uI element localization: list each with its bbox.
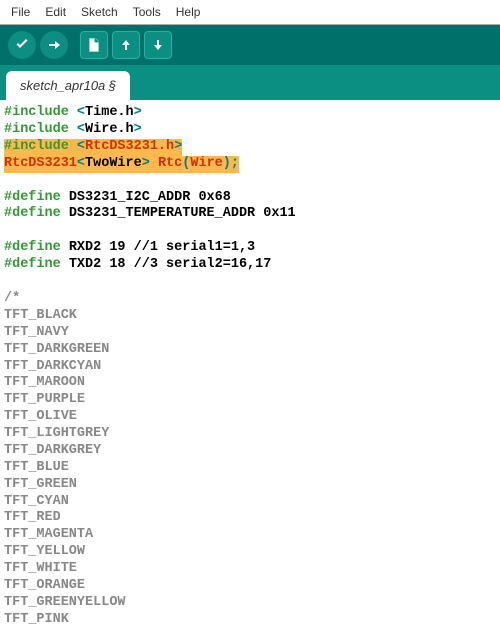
code-line: TFT_DARKGREY — [4, 443, 496, 460]
tab-strip: sketch_apr10a § — [0, 65, 500, 100]
code-line: TFT_DARKCYAN — [4, 359, 496, 376]
open-sketch-button[interactable] — [112, 31, 140, 59]
menu-edit[interactable]: Edit — [39, 3, 72, 21]
code-line: TFT_BLACK — [4, 308, 496, 325]
code-line: TFT_PINK — [4, 612, 496, 629]
upload-button[interactable] — [40, 31, 68, 59]
menu-sketch[interactable]: Sketch — [75, 3, 124, 21]
code-line: TFT_MAROON — [4, 375, 496, 392]
save-sketch-button[interactable] — [144, 31, 172, 59]
blank-line — [4, 274, 496, 291]
menu-file[interactable]: File — [5, 3, 36, 21]
code-line: TFT_MAGENTA — [4, 527, 496, 544]
code-editor[interactable]: #include <Time.h> #include <Wire.h> #inc… — [0, 100, 500, 634]
code-line: #define RXD2 19 //1 serial1=1,3 — [4, 240, 496, 257]
arrow-right-icon — [46, 37, 62, 53]
code-line: TFT_GREENYELLOW — [4, 595, 496, 612]
tab-sketch[interactable]: sketch_apr10a § — [6, 71, 130, 100]
code-line: #define TXD2 18 //3 serial2=16,17 — [4, 257, 496, 274]
arrow-down-icon — [151, 38, 165, 52]
new-sketch-button[interactable] — [80, 31, 108, 59]
arrow-up-icon — [119, 38, 133, 52]
code-line: TFT_OLIVE — [4, 409, 496, 426]
menubar: File Edit Sketch Tools Help — [0, 0, 500, 25]
file-icon — [87, 37, 101, 53]
code-line: #include <Time.h> — [4, 105, 496, 122]
menu-help[interactable]: Help — [170, 3, 207, 21]
code-line: TFT_PURPLE — [4, 392, 496, 409]
code-line: TFT_BLUE — [4, 460, 496, 477]
code-line: TFT_LIGHTGREY — [4, 426, 496, 443]
code-line: TFT_RED — [4, 510, 496, 527]
blank-line — [4, 173, 496, 190]
code-line: #include <Wire.h> — [4, 122, 496, 139]
code-line: TFT_YELLOW — [4, 544, 496, 561]
verify-button[interactable] — [8, 31, 36, 59]
code-line: #include <RtcDS3231.h> — [4, 139, 496, 156]
code-line: TFT_ORANGE — [4, 578, 496, 595]
code-line: #define DS3231_I2C_ADDR 0x68 — [4, 190, 496, 207]
menu-tools[interactable]: Tools — [127, 3, 167, 21]
code-line: /* — [4, 291, 496, 308]
code-line: TFT_DARKGREEN — [4, 342, 496, 359]
code-line: #define DS3231_TEMPERATURE_ADDR 0x11 — [4, 206, 496, 223]
check-icon — [14, 37, 30, 53]
code-line: TFT_GREEN — [4, 477, 496, 494]
code-line: TFT_CYAN — [4, 494, 496, 511]
blank-line — [4, 223, 496, 240]
code-line: TFT_NAVY — [4, 325, 496, 342]
toolbar — [0, 25, 500, 65]
code-line: TFT_WHITE — [4, 561, 496, 578]
code-line: RtcDS3231<TwoWire> Rtc(Wire); — [4, 156, 496, 173]
